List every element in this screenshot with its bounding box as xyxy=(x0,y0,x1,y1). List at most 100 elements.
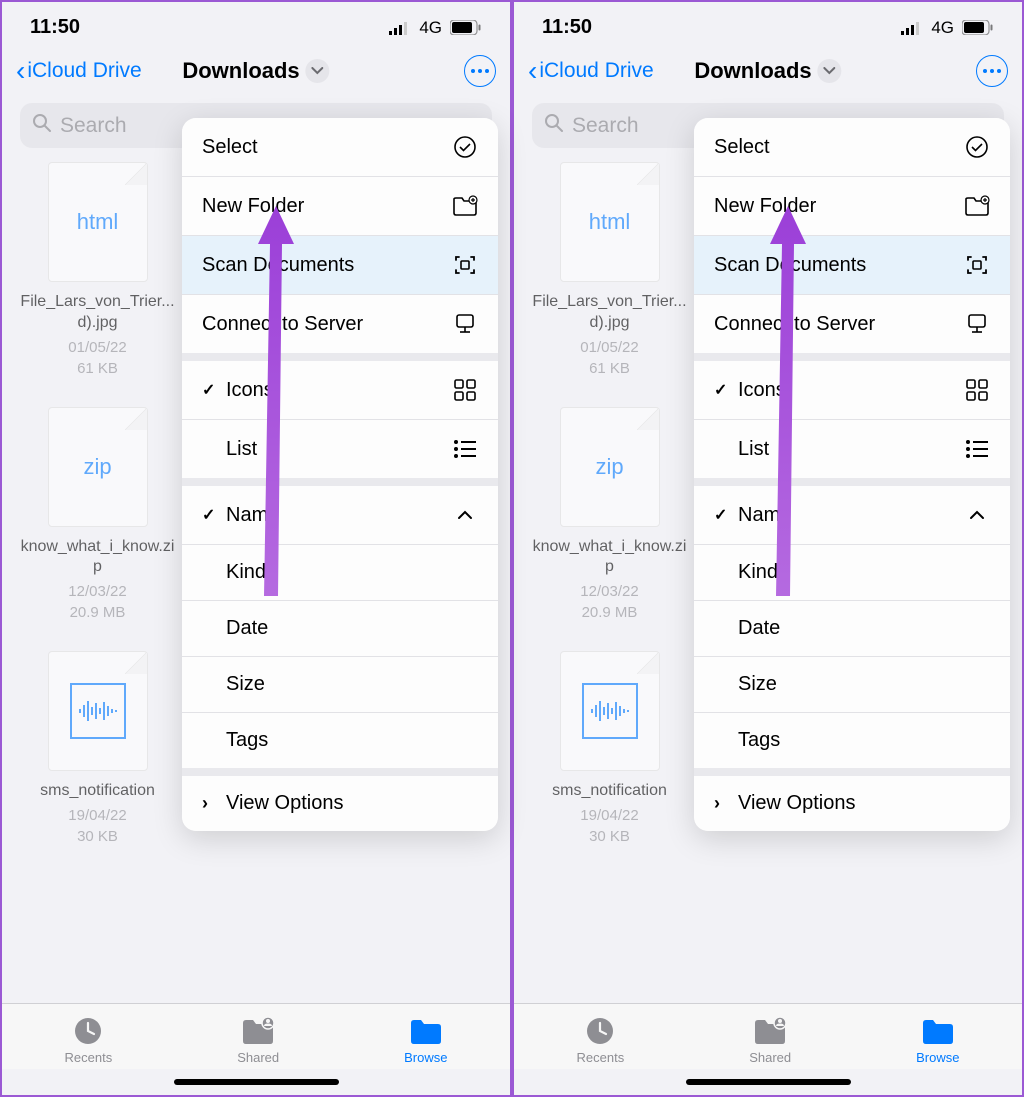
file-name: know_what_i_know.zip xyxy=(20,537,175,579)
menu-label: Tags xyxy=(226,729,268,752)
server-icon xyxy=(964,311,990,337)
menu-item-scan-documents[interactable]: Scan Documents xyxy=(694,236,1010,295)
search-placeholder: Search xyxy=(572,114,639,138)
menu-item-icons-view[interactable]: ✓Icons xyxy=(182,361,498,420)
more-button[interactable] xyxy=(464,55,496,87)
tab-recents[interactable]: Recents xyxy=(577,1016,625,1065)
file-thumb xyxy=(560,651,660,771)
menu-item-sort-tags[interactable]: Tags xyxy=(694,713,1010,768)
status-time: 11:50 xyxy=(542,16,592,39)
clock-icon xyxy=(582,1016,618,1046)
search-icon xyxy=(32,113,52,138)
phone-screen-right: 11:50 4G ‹ iCloud Drive Downloads xyxy=(512,0,1024,1097)
file-type-label: html xyxy=(77,209,119,235)
menu-item-sort-kind[interactable]: Kind xyxy=(182,545,498,601)
menu-item-list-view[interactable]: List xyxy=(694,420,1010,478)
menu-item-sort-name[interactable]: ✓Name xyxy=(182,486,498,545)
clock-icon xyxy=(70,1016,106,1046)
file-item[interactable]: zip know_what_i_know.zip 12/03/22 20.9 M… xyxy=(532,407,687,624)
shared-folder-icon xyxy=(752,1016,788,1046)
menu-label: List xyxy=(226,438,257,461)
menu-item-view-options[interactable]: ›View Options xyxy=(694,776,1010,831)
tab-shared[interactable]: Shared xyxy=(749,1016,791,1065)
menu-item-connect-server[interactable]: Connect to Server xyxy=(694,295,1010,353)
menu-item-sort-size[interactable]: Size xyxy=(182,657,498,713)
tab-label: Recents xyxy=(65,1050,113,1065)
menu-item-sort-size[interactable]: Size xyxy=(694,657,1010,713)
audio-wave-icon xyxy=(582,683,638,739)
status-right: 4G xyxy=(901,18,994,38)
search-placeholder: Search xyxy=(60,114,127,138)
select-icon xyxy=(452,134,478,160)
menu-divider xyxy=(694,768,1010,776)
menu-item-sort-tags[interactable]: Tags xyxy=(182,713,498,768)
battery-icon xyxy=(962,20,994,35)
menu-item-sort-name[interactable]: ✓Name xyxy=(694,486,1010,545)
file-item[interactable]: sms_notification 19/04/22 30 KB xyxy=(532,651,687,847)
context-menu: Select New Folder Scan Documents Connect… xyxy=(694,118,1010,831)
phone-screen-left: 11:50 4G ‹ iCloud Drive Downloads xyxy=(0,0,512,1097)
menu-label: Name xyxy=(226,504,279,527)
menu-item-sort-date[interactable]: Date xyxy=(182,601,498,657)
more-button[interactable] xyxy=(976,55,1008,87)
menu-item-list-view[interactable]: List xyxy=(182,420,498,478)
audio-wave-icon xyxy=(70,683,126,739)
menu-item-scan-documents[interactable]: Scan Documents xyxy=(182,236,498,295)
folder-icon xyxy=(408,1016,444,1046)
menu-item-view-options[interactable]: › View Options xyxy=(182,776,498,831)
menu-divider xyxy=(182,353,498,361)
file-date: 19/04/22 xyxy=(580,805,638,826)
menu-item-new-folder[interactable]: New Folder xyxy=(694,177,1010,236)
tab-label: Browse xyxy=(916,1050,959,1065)
file-date: 12/03/22 xyxy=(580,581,638,602)
status-time: 11:50 xyxy=(30,16,80,39)
menu-item-select[interactable]: Select xyxy=(694,118,1010,177)
status-bar: 11:50 4G xyxy=(514,2,1022,47)
tab-label: Shared xyxy=(749,1050,791,1065)
home-indicator[interactable] xyxy=(686,1079,851,1085)
file-date: 12/03/22 xyxy=(68,581,126,602)
menu-label: Size xyxy=(226,673,265,696)
tab-bar: Recents Shared Browse xyxy=(514,1003,1022,1069)
home-indicator[interactable] xyxy=(174,1079,339,1085)
file-item[interactable]: html File_Lars_von_Trier...d).jpg 01/05/… xyxy=(20,162,175,379)
menu-item-icons-view[interactable]: ✓Icons xyxy=(694,361,1010,420)
tab-shared[interactable]: Shared xyxy=(237,1016,279,1065)
menu-item-sort-date[interactable]: Date xyxy=(694,601,1010,657)
menu-label: Name xyxy=(738,504,791,527)
back-label: iCloud Drive xyxy=(539,59,653,83)
menu-divider xyxy=(694,353,1010,361)
chevron-down-icon xyxy=(818,59,842,83)
file-item[interactable]: zip know_what_i_know.zip 12/03/22 20.9 M… xyxy=(20,407,175,624)
chevron-right-icon: › xyxy=(202,793,216,814)
nav-title[interactable]: Downloads xyxy=(694,58,841,84)
menu-item-connect-server[interactable]: Connect to Server xyxy=(182,295,498,353)
menu-item-sort-kind[interactable]: Kind xyxy=(694,545,1010,601)
file-size: 61 KB xyxy=(589,358,630,379)
scan-icon xyxy=(452,252,478,278)
nav-title[interactable]: Downloads xyxy=(182,58,329,84)
tab-bar: Recents Shared Browse xyxy=(2,1003,510,1069)
signal-icon xyxy=(389,21,411,35)
scan-icon xyxy=(964,252,990,278)
tab-browse[interactable]: Browse xyxy=(916,1016,959,1065)
tab-label: Shared xyxy=(237,1050,279,1065)
menu-label: View Options xyxy=(226,792,343,815)
menu-item-select[interactable]: Select xyxy=(182,118,498,177)
nav-bar: ‹ iCloud Drive Downloads xyxy=(514,47,1022,97)
file-size: 20.9 MB xyxy=(582,602,638,623)
chevron-left-icon: ‹ xyxy=(16,57,25,85)
menu-label: New Folder xyxy=(714,195,816,218)
file-item[interactable]: sms_notification 19/04/22 30 KB xyxy=(20,651,175,847)
menu-label: Kind xyxy=(226,561,266,584)
tab-browse[interactable]: Browse xyxy=(404,1016,447,1065)
menu-item-new-folder[interactable]: New Folder xyxy=(182,177,498,236)
menu-label: Select xyxy=(202,136,258,159)
check-icon: ✓ xyxy=(714,380,728,400)
tab-label: Recents xyxy=(577,1050,625,1065)
file-item[interactable]: html File_Lars_von_Trier...d).jpg 01/05/… xyxy=(532,162,687,379)
tab-recents[interactable]: Recents xyxy=(65,1016,113,1065)
menu-label: Connect to Server xyxy=(714,313,875,336)
back-button[interactable]: ‹ iCloud Drive xyxy=(16,57,142,85)
back-button[interactable]: ‹ iCloud Drive xyxy=(528,57,654,85)
